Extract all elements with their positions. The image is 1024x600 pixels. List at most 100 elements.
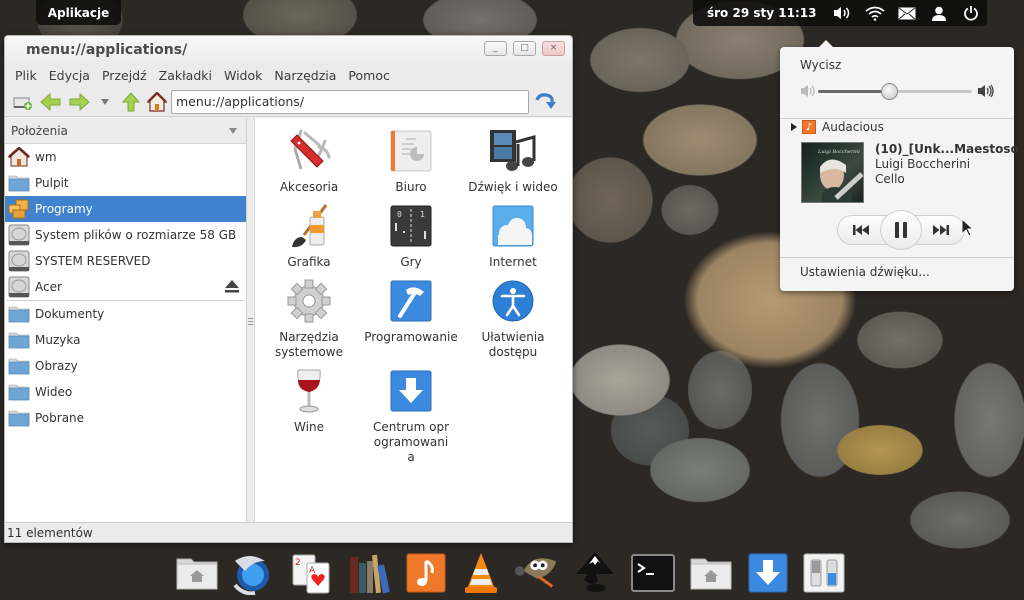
drive-icon [7,250,31,272]
wifi-icon[interactable] [859,0,891,26]
menu-edycja[interactable]: Edycja [43,68,96,83]
app-wine[interactable]: Wine [259,366,359,435]
menu-plik[interactable]: Plik [9,68,43,83]
app-label: Ułatwienia dostępu [481,330,545,359]
reload-button[interactable] [531,89,559,115]
volume-icon[interactable] [826,0,858,26]
folder-icon [7,355,31,377]
sidebar-item-pobrane[interactable]: Pobrane [5,405,246,431]
home-folder-icon [176,558,218,590]
eject-icon[interactable] [224,279,240,296]
inkscape-icon [576,552,614,592]
pause-icon [895,222,907,238]
location-input[interactable]: menu://applications/ [171,89,529,114]
folder-icon [7,329,31,351]
sidebar-item-label: System plików o rozmiarze 58 GB [35,228,237,242]
sidebar-item-acer[interactable]: Acer [5,274,246,300]
svg-text:2: 2 [295,558,301,568]
dock-thunderbird[interactable] [228,550,274,596]
expander-triangle-icon [791,123,797,131]
home-button[interactable] [145,89,169,115]
volume-slider[interactable] [818,83,972,100]
applications-menu-button[interactable]: Aplikacje [36,0,121,25]
folder-icon [7,407,31,429]
sidebar-item-wideo[interactable]: Wideo [5,379,246,405]
new-tab-button[interactable] [9,89,37,115]
mail-icon[interactable] [891,0,923,26]
power-icon[interactable] [955,0,987,26]
playback-controls [837,210,965,250]
app-internet[interactable]: Internet [463,201,563,270]
minimize-button[interactable]: _ [484,41,507,56]
clock[interactable]: śro 29 sty 11:13 [707,6,816,20]
sidebar-item-filesystem[interactable]: System plików o rozmiarze 58 GB [5,222,246,248]
dock-vlc[interactable] [458,550,504,596]
sidebar-item-programy[interactable]: Programy [5,196,246,222]
audacious-icon [406,553,446,593]
dock-solitaire[interactable]: 2A [288,550,334,596]
folder-icon [7,381,31,403]
app-narzedzia-systemowe[interactable]: Narzędzia systemowe [259,276,359,360]
location-text: menu://applications/ [176,94,305,109]
history-dropdown-button[interactable] [93,89,117,115]
sidebar-header[interactable]: Położenia [5,118,246,144]
previous-button[interactable] [850,216,872,244]
app-programowanie[interactable]: Programowanie [361,276,461,345]
sidebar-title: Położenia [11,123,68,138]
sound-settings-menu-item[interactable]: Ustawienia dźwięku... [800,265,930,279]
previous-icon [853,225,869,235]
solitaire-icon: 2A [292,554,330,594]
close-button[interactable]: × [542,41,565,56]
dock-gimp[interactable] [514,550,560,596]
menu-zakladki[interactable]: Zakładki [153,68,218,83]
mute-menu-item[interactable]: Wycisz [800,58,841,72]
svg-text:0: 0 [397,210,402,219]
app-biuro[interactable]: Biuro [361,126,461,195]
volume-slider-row [800,83,994,100]
sidebar-item-label: Wideo [35,385,73,399]
app-label: Programowanie [364,330,458,344]
dock-terminal[interactable] [630,550,676,596]
user-icon[interactable] [923,0,955,26]
dock-home-folder[interactable] [174,550,220,596]
dock-files[interactable] [688,550,734,596]
dock-audacious[interactable] [403,550,449,596]
volume-slider-thumb[interactable] [880,83,898,100]
app-akcesoria[interactable]: Akcesoria [259,126,359,195]
play-pause-button[interactable] [880,210,922,250]
menu-divider [780,257,1014,258]
sidebar-item-label: Pobrane [35,411,85,425]
title-bar[interactable]: menu://applications/ _ □ × [5,36,572,63]
sidebar-item-system-reserved[interactable]: SYSTEM RESERVED [5,248,246,274]
sidebar-item-muzyka[interactable]: Muzyka [5,327,246,353]
dock-inkscape[interactable] [572,550,618,596]
app-dzwiek-i-wideo[interactable]: Dźwięk i wideo [463,126,563,195]
sidebar-item-pulpit[interactable]: Pulpit [5,170,246,196]
sidebar-item-wm[interactable]: wm [5,144,246,170]
app-ulatwienia-dostepu[interactable]: Ułatwienia dostępu [463,276,563,360]
dock-software-center[interactable] [745,550,791,596]
next-button[interactable] [930,216,952,244]
back-button[interactable] [37,89,65,115]
sidebar-item-label: Muzyka [35,333,81,347]
pane-resize-handle[interactable] [247,118,255,522]
menu-widok[interactable]: Widok [218,68,268,83]
sidebar-item-dokumenty[interactable]: Dokumenty [5,301,246,327]
forward-button[interactable] [65,89,93,115]
menu-przejdz[interactable]: Przejdź [96,68,153,83]
menu-pomoc[interactable]: Pomoc [342,68,395,83]
dock-system-settings[interactable] [801,550,847,596]
maximize-button[interactable]: □ [513,41,536,56]
hammer-icon [386,276,436,326]
sidebar-item-label: Acer [35,280,62,294]
app-grafika[interactable]: Grafika [259,201,359,270]
dock-calibre[interactable] [346,550,392,596]
up-button[interactable] [117,89,145,115]
app-centrum-oprogramowania[interactable]: Centrum oprogramowania [361,366,461,465]
menu-narzedzia[interactable]: Narzędzia [268,68,342,83]
folder-icon [7,172,31,194]
applications-icon [7,198,31,220]
player-header[interactable]: ♪ Audacious [790,120,884,134]
sidebar-item-obrazy[interactable]: Obrazy [5,353,246,379]
app-gry[interactable]: 01 Gry [361,201,461,270]
